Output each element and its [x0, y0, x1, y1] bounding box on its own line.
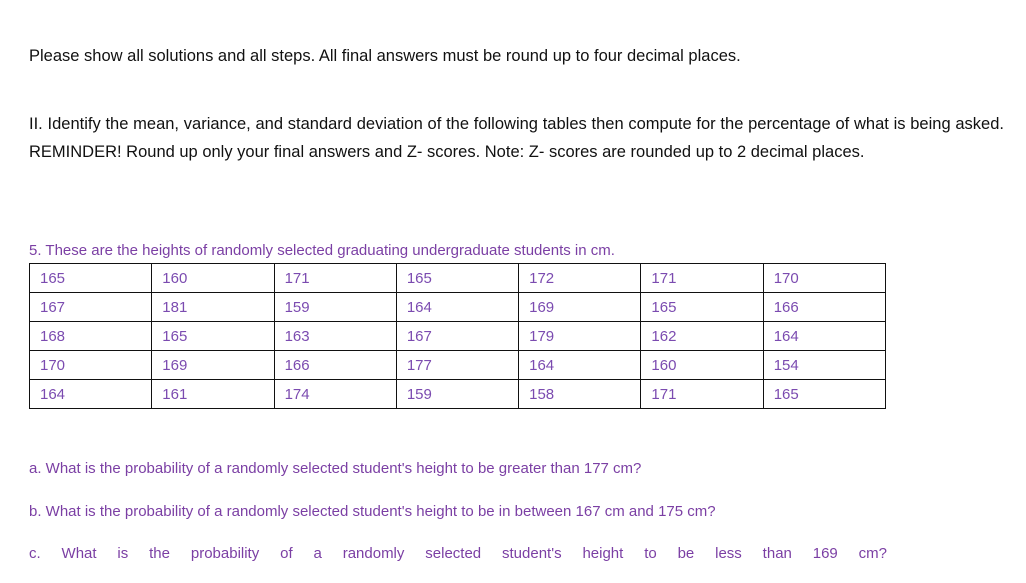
- table-cell: 166: [273, 350, 397, 380]
- table-cell: 165: [151, 321, 275, 351]
- document-page: Please show all solutions and all steps.…: [0, 0, 1026, 570]
- table-cell: 160: [640, 350, 764, 380]
- table-cell: 171: [640, 379, 764, 409]
- table-cell: 164: [518, 350, 642, 380]
- table-cell: 165: [28, 263, 153, 293]
- table-cell: 181: [151, 292, 275, 322]
- table-cell: 167: [28, 292, 153, 322]
- table-cell: 168: [28, 321, 153, 351]
- table-cell: 164: [395, 292, 520, 322]
- table-cell: 167: [395, 321, 520, 351]
- table-cell: 165: [395, 263, 520, 293]
- table-cell: 160: [151, 263, 275, 293]
- table-cell: 171: [640, 263, 764, 293]
- heights-data-table: 165 160 171 165 172 171 170 167 181 159 …: [28, 263, 887, 409]
- table-cell: 169: [518, 292, 642, 322]
- table-cell: 154: [762, 350, 887, 380]
- sub-question-c: c. What is the probability of a randomly…: [29, 545, 887, 562]
- table-cell: 161: [151, 379, 275, 409]
- table-cell: 172: [518, 263, 642, 293]
- instruction-paragraph: II. Identify the mean, variance, and sta…: [29, 114, 1004, 161]
- table-cell: 177: [395, 350, 520, 380]
- table-cell: 164: [28, 379, 153, 409]
- table-cell: 162: [640, 321, 764, 351]
- table-cell: 174: [273, 379, 397, 409]
- table-row: 165 160 171 165 172 171 170: [28, 263, 887, 293]
- table-row: 168 165 163 167 179 162 164: [28, 321, 887, 351]
- table-cell: 169: [151, 350, 275, 380]
- table-cell: 170: [28, 350, 153, 380]
- table-row: 164 161 174 159 158 171 165: [28, 379, 887, 409]
- table-cell: 165: [762, 379, 887, 409]
- question-5-prompt: 5. These are the heights of randomly sel…: [29, 242, 615, 259]
- table-cell: 158: [518, 379, 642, 409]
- heights-table-container: 165 160 171 165 172 171 170 167 181 159 …: [28, 263, 887, 409]
- table-cell: 164: [762, 321, 887, 351]
- table-cell: 159: [395, 379, 520, 409]
- table-cell: 163: [273, 321, 397, 351]
- table-cell: 165: [640, 292, 764, 322]
- sub-question-a: a. What is the probability of a randomly…: [29, 460, 642, 477]
- sub-question-b: b. What is the probability of a randomly…: [29, 503, 716, 520]
- table-cell: 171: [273, 263, 397, 293]
- table-cell: 170: [762, 263, 887, 293]
- table-row: 170 169 166 177 164 160 154: [28, 350, 887, 380]
- table-cell: 159: [273, 292, 397, 322]
- intro-paragraph: Please show all solutions and all steps.…: [29, 46, 741, 65]
- table-row: 167 181 159 164 169 165 166: [28, 292, 887, 322]
- table-cell: 166: [762, 292, 887, 322]
- table-cell: 179: [518, 321, 642, 351]
